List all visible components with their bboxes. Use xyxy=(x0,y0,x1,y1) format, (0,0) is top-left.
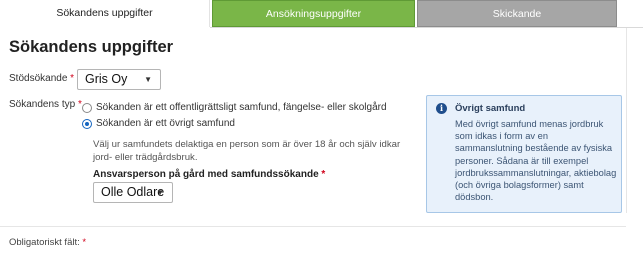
applicant-type-label-text: Sökandens typ xyxy=(9,99,76,110)
tab-application-details[interactable]: Ansökningsuppgifter xyxy=(212,0,415,27)
info-box: i Övrigt samfund Med övrigt samfund mena… xyxy=(426,95,622,213)
required-fields-note: Obligatoriskt fält: * xyxy=(9,237,86,248)
responsible-person-select[interactable]: Olle Odlare ▼ xyxy=(93,182,173,203)
applicant-type-label: Sökandens typ * xyxy=(9,99,82,110)
required-marker: * xyxy=(321,169,326,180)
help-text: Välj ur samfundets delaktiga en person s… xyxy=(93,139,401,163)
responsible-person-label: Ansvarsperson på gård med samfundssökand… xyxy=(93,169,325,180)
info-title: Övrigt samfund xyxy=(455,103,526,114)
content-border xyxy=(626,28,627,213)
responsible-person-label-text: Ansvarsperson på gård med samfundssökand… xyxy=(93,169,319,180)
required-fields-note-text: Obligatoriskt fält: xyxy=(9,237,80,248)
radio-other-entity-label: Sökanden är ett övrigt samfund xyxy=(96,118,235,129)
radio-button-checked[interactable] xyxy=(82,119,92,129)
info-icon: i xyxy=(436,103,447,114)
chevron-down-icon: ▼ xyxy=(156,188,164,197)
applicant-select[interactable]: Gris Oy ▼ xyxy=(77,69,161,90)
step-tabs: Sökandens uppgifter Ansökningsuppgifter … xyxy=(0,0,643,28)
required-marker: * xyxy=(70,73,75,84)
page-title: Sökandens uppgifter xyxy=(9,38,174,56)
tab-applicant-details[interactable]: Sökandens uppgifter xyxy=(0,0,210,27)
tabs-divider xyxy=(210,27,643,28)
applicant-label-text: Stödsökande xyxy=(9,73,68,84)
info-body: Med övrigt samfund menas jordbruk som id… xyxy=(455,119,617,203)
responsible-person-select-value: Olle Odlare xyxy=(101,185,165,199)
tab-sending[interactable]: Skickande xyxy=(417,0,617,27)
radio-public-entity-label: Sökanden är ett offentligrättsligt samfu… xyxy=(96,102,387,113)
chevron-down-icon: ▼ xyxy=(144,75,152,84)
required-marker: * xyxy=(82,237,87,248)
section-divider xyxy=(0,226,626,227)
applicant-select-value: Gris Oy xyxy=(85,72,128,86)
applicant-label: Stödsökande * xyxy=(9,73,74,84)
radio-button-unchecked[interactable] xyxy=(82,103,92,113)
